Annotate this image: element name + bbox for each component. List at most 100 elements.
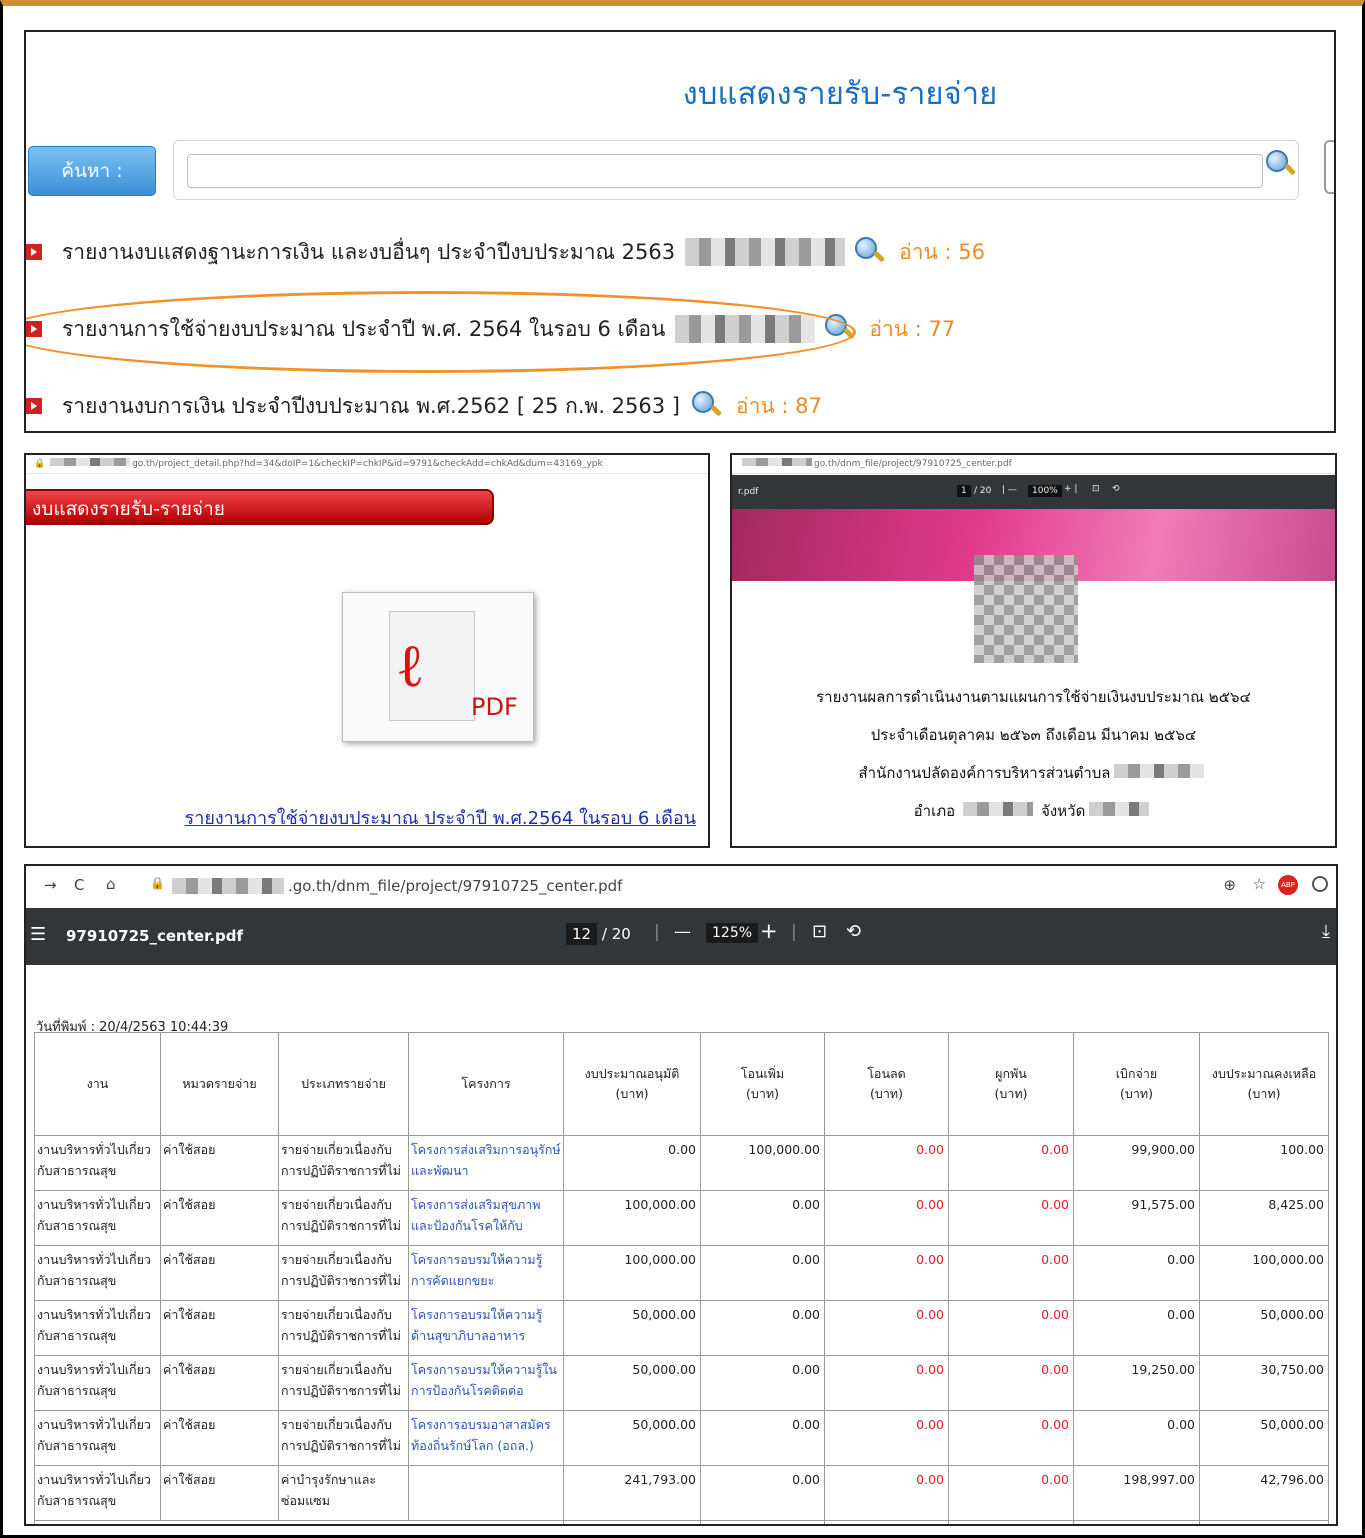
column-header: โอนเพิ่ม (บาท)	[700, 1032, 825, 1136]
star-icon[interactable]: ☆	[1253, 875, 1266, 893]
zoom-out-button[interactable]: —	[674, 922, 691, 942]
home-icon[interactable]: ⌂	[106, 875, 116, 893]
doc-period: ประจำเดือนตุลาคม ๒๕๖๓ ถึงเดือน มีนาคม ๒๕…	[870, 726, 1197, 744]
table-cell-approved: 0.00	[563, 1135, 701, 1191]
pdf-icon[interactable]: ℓ PDF	[342, 592, 534, 742]
fit-page-icon[interactable]: ⊡	[1092, 484, 1100, 494]
table-cell-bound: 0.00	[948, 1300, 1074, 1356]
address-bar[interactable]: go.th/dnm_file/project/97910725_center.p…	[732, 455, 1335, 474]
file-name: r.pdf	[738, 487, 759, 497]
column-header: ประเภทรายจ่าย	[278, 1032, 409, 1136]
table-cell-paid: 19,250.00	[1073, 1355, 1200, 1411]
table-cell-proj[interactable]	[408, 1465, 564, 1521]
redacted-area	[685, 238, 846, 266]
extension-icon[interactable]	[1312, 876, 1328, 892]
column-header: งบประมาณอนุมัติ (บาท)	[563, 1032, 701, 1136]
zoom-icon[interactable]: ⊕	[1223, 876, 1236, 894]
redacted-area	[172, 878, 284, 894]
table-cell-remain: 100,000.00	[1199, 1245, 1329, 1301]
table-cell-proj[interactable]: โครงการอบรมให้ความรู้ด้านสุขาภิบาลอาหาร	[408, 1300, 564, 1356]
total-bound: 127,585.00	[948, 1520, 1074, 1524]
edge-button[interactable]	[1324, 140, 1334, 194]
zoom-in-button[interactable]: + |	[1064, 484, 1077, 494]
page-title: งบแสดงรายรับ-รายจ่าย	[682, 76, 998, 112]
table-cell-bound: 0.00	[948, 1190, 1074, 1246]
budget-table: งาน หมวดรายจ่าย ประเภทรายจ่าย โครงการ งบประม…	[34, 1032, 1329, 1524]
table-cell-remain: 8,425.00	[1199, 1190, 1329, 1246]
page-total: / 20	[974, 486, 992, 496]
table-cell-type: รายจ่ายเกี่ยวเนื่องกับการปฏิบัติราชการที…	[278, 1355, 409, 1411]
table-cell-proj[interactable]: โครงการส่งเสริมการอนุรักษ์และพัฒนา	[408, 1135, 564, 1191]
table-cell-add: 0.00	[700, 1465, 825, 1521]
column-header: หมวดรายจ่าย	[160, 1032, 279, 1136]
read-count: อ่าน : 87	[736, 393, 822, 418]
table-cell-remain: 50,000.00	[1199, 1300, 1329, 1356]
total-label: รวมหมวดค่าใช้สอย	[34, 1520, 564, 1524]
table-cell-paid: 0.00	[1073, 1245, 1200, 1301]
pdf-toolbar: r.pdf 1 / 20 | — 100% + | ⊡ ⟲	[732, 475, 1335, 509]
doc-heading: รายงานผลการดำเนินงานตามแผนการใช้จ่ายเงิน…	[816, 688, 1251, 706]
adblock-icon[interactable]: ABP	[1278, 875, 1298, 895]
table-cell-cat: ค่าใช้สอย	[160, 1410, 279, 1466]
fit-page-icon[interactable]: ⊡	[812, 921, 827, 942]
column-header: เบิกจ่าย (บาท)	[1073, 1032, 1200, 1136]
table-cell-proj[interactable]: โครงการอบรมอาสาสมัครท้องถิ่นรักษ์โลก (อถ…	[408, 1410, 564, 1466]
search-icon[interactable]	[692, 391, 723, 421]
list-item[interactable]: รายงานงบแสดงฐานะการเงิน และงบอื่นๆ ประจำ…	[26, 232, 985, 272]
table-cell-approved: 241,793.00	[563, 1465, 701, 1521]
table-row: งานบริหารทั่วไปเกี่ยวกับสาธารณสุข ค่าใช้ส…	[34, 1465, 1329, 1521]
list-item[interactable]: รายงานงบการเงิน ประจำปีงบประมาณ พ.ศ.2562…	[26, 386, 822, 426]
column-header: ผูกพัน (บาท)	[948, 1032, 1074, 1136]
rotate-icon[interactable]: ⟲	[1112, 484, 1120, 494]
table-cell-proj[interactable]: โครงการอบรมให้ความรู้การคัดแยกขยะ	[408, 1245, 564, 1301]
redacted-area	[742, 458, 812, 466]
search-icon[interactable]	[1266, 150, 1297, 180]
table-cell-type: รายจ่ายเกี่ยวเนื่องกับการปฏิบัติราชการที…	[278, 1245, 409, 1301]
table-cell-sub: 0.00	[824, 1300, 949, 1356]
list-item-text[interactable]: รายงานงบการเงิน ประจำปีงบประมาณ พ.ศ.2562…	[62, 390, 680, 423]
report-link[interactable]: รายงานการใช้จ่ายงบประมาณ ประจำปี พ.ศ.256…	[185, 803, 696, 832]
table-row: งานบริหารทั่วไปเกี่ยวกับสาธารณสุข ค่าใช้ส…	[34, 1190, 1329, 1246]
table-cell-add: 100,000.00	[700, 1135, 825, 1191]
table-cell-approved: 100,000.00	[563, 1190, 701, 1246]
total-add: 100,000.00	[700, 1520, 825, 1524]
url-text[interactable]: .go.th/dnm_file/project/97910725_center.…	[288, 877, 622, 895]
table-cell-type: รายจ่ายเกี่ยวเนื่องกับการปฏิบัติราชการที…	[278, 1410, 409, 1466]
zoom-level[interactable]: 125%	[706, 923, 759, 943]
table-cell-approved: 100,000.00	[563, 1245, 701, 1301]
search-label-button[interactable]: ค้นหา :	[28, 146, 156, 196]
zoom-in-button[interactable]: +	[760, 919, 778, 943]
download-icon[interactable]: ⤓	[1322, 921, 1330, 942]
list-item-text[interactable]: รายงานงบแสดงฐานะการเงิน และงบอื่นๆ ประจำ…	[62, 236, 675, 269]
menu-icon[interactable]: ☰	[30, 924, 46, 945]
search-input[interactable]	[187, 154, 1263, 188]
table-cell-proj[interactable]: โครงการส่งเสริมสุขภาพและป้องกันโรคให้กับ	[408, 1190, 564, 1246]
bullet-icon	[26, 244, 42, 260]
page-input[interactable]: 12	[566, 923, 598, 945]
table-cell-work: งานบริหารทั่วไปเกี่ยวกับสาธารณสุข	[34, 1245, 161, 1301]
table-cell-work: งานบริหารทั่วไปเกี่ยวกับสาธารณสุข	[34, 1410, 161, 1466]
table-cell-cat: ค่าใช้สอย	[160, 1245, 279, 1301]
table-cell-approved: 50,000.00	[563, 1410, 701, 1466]
pdf-preview-panel: go.th/dnm_file/project/97910725_center.p…	[730, 453, 1337, 848]
table-cell-work: งานบริหารทั่วไปเกี่ยวกับสาธารณสุข	[34, 1190, 161, 1246]
table-cell-paid: 0.00	[1073, 1300, 1200, 1356]
rotate-icon[interactable]: ⟲	[846, 921, 861, 942]
search-icon[interactable]	[855, 237, 886, 267]
read-count: อ่าน : 77	[869, 316, 956, 341]
pdf-label: PDF	[471, 693, 518, 721]
zoom-out-button[interactable]: | —	[1002, 485, 1017, 495]
table-cell-proj[interactable]: โครงการอบรมให้ความรู้ในการป้องกันโรคติดต…	[408, 1355, 564, 1411]
reload-icon[interactable]: C	[74, 876, 84, 894]
url-text[interactable]: go.th/project_detail.php?hd=34&doIP=1&ch…	[132, 459, 603, 469]
url-text[interactable]: go.th/dnm_file/project/97910725_center.p…	[814, 459, 1012, 469]
page-input[interactable]: 1	[957, 485, 971, 497]
address-bar[interactable]: 🔒 go.th/project_detail.php?hd=34&doIP=1&…	[26, 455, 708, 474]
table-header-row: งาน หมวดรายจ่าย ประเภทรายจ่าย โครงการ งบประม…	[34, 1032, 1329, 1136]
browser-toolbar: → C ⌂ 🔒 .go.th/dnm_file/project/97910725…	[26, 866, 1336, 909]
table-cell-approved: 50,000.00	[563, 1355, 701, 1411]
redacted-area	[1089, 802, 1150, 816]
zoom-level[interactable]: 100%	[1028, 485, 1062, 497]
forward-icon[interactable]: →	[44, 876, 57, 894]
table-cell-work: งานบริหารทั่วไปเกี่ยวกับสาธารณสุข	[34, 1135, 161, 1191]
